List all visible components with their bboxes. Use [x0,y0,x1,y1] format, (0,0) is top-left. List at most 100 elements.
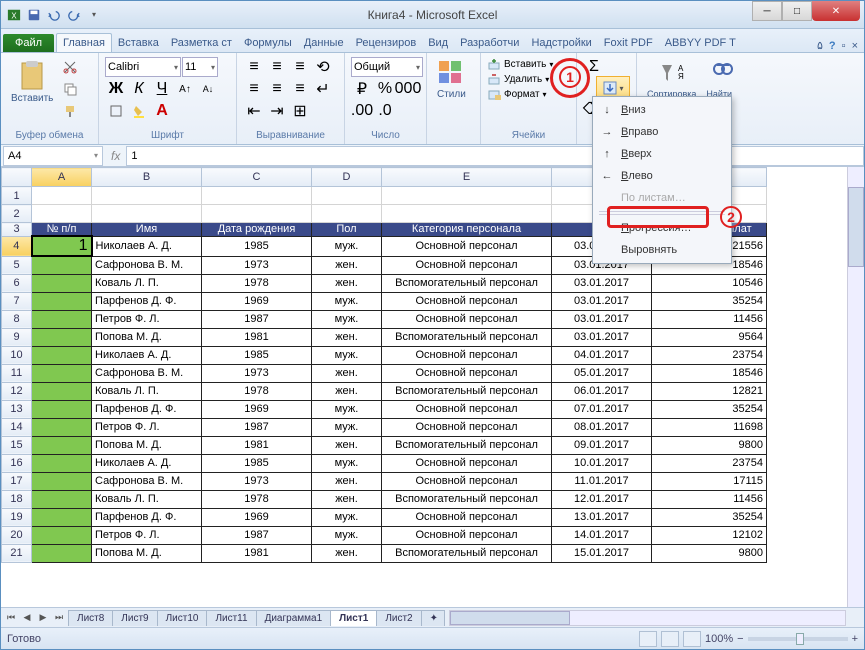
cell-number[interactable] [32,490,92,508]
orientation-icon[interactable]: ⟲ [312,57,334,77]
cell-pay[interactable]: 9800 [652,544,767,562]
row-header-7[interactable]: 7 [2,292,32,310]
fx-icon[interactable]: fx [105,149,126,163]
tab-foxit[interactable]: Foxit PDF [598,34,659,52]
cell-category[interactable]: Вспомогательный персонал [382,490,552,508]
row-header-9[interactable]: 9 [2,328,32,346]
cell-category[interactable]: Основной персонал [382,310,552,328]
cell-sex[interactable]: муж. [312,236,382,256]
grow-font-icon[interactable]: A↑ [174,79,196,99]
cell-name[interactable]: Николаев А. Д. [92,454,202,472]
copy-icon[interactable] [59,79,81,99]
cell-name[interactable]: Николаев А. Д. [92,346,202,364]
cell-sex[interactable]: жен. [312,436,382,454]
col-header-B[interactable]: B [92,168,202,187]
cell[interactable] [32,205,92,223]
font-color-icon[interactable]: A [151,101,173,121]
fill-menu-item[interactable]: Прогрессия… [595,217,729,239]
cell-date[interactable]: 03.01.2017 [552,274,652,292]
row-header-10[interactable]: 10 [2,346,32,364]
help-icon[interactable]: ? [829,40,836,52]
row-header-12[interactable]: 12 [2,382,32,400]
fill-menu-item[interactable]: ↑Вверх [595,143,729,165]
row-header-11[interactable]: 11 [2,364,32,382]
row-header-18[interactable]: 18 [2,490,32,508]
cell-year[interactable]: 1978 [202,382,312,400]
cell-year[interactable]: 1981 [202,436,312,454]
new-sheet-tab[interactable]: ✦ [421,610,445,626]
horizontal-scrollbar[interactable] [449,610,846,626]
cell-year[interactable]: 1973 [202,364,312,382]
row-header-4[interactable]: 4 [2,236,32,256]
sheet-nav-first-icon[interactable]: ⏮ [3,610,19,626]
comma-icon[interactable]: 000 [397,79,419,99]
row-header-6[interactable]: 6 [2,274,32,292]
cell-name[interactable]: Попова М. Д. [92,436,202,454]
cell-year[interactable]: 1987 [202,418,312,436]
cell-year[interactable]: 1985 [202,236,312,256]
bold-icon[interactable]: Ж [105,79,127,99]
table-header[interactable]: Имя [92,223,202,237]
cell-number[interactable] [32,400,92,418]
maximize-button[interactable]: □ [782,1,812,21]
sort-filter-button[interactable]: AЯ Сортировка [643,57,700,101]
cell-name[interactable]: Попова М. Д. [92,544,202,562]
cell-name[interactable]: Парфенов Д. Ф. [92,292,202,310]
cell-year[interactable]: 1973 [202,472,312,490]
cell[interactable] [92,187,202,205]
cell-category[interactable]: Основной персонал [382,418,552,436]
percent-icon[interactable]: % [374,79,396,99]
cell-name[interactable]: Сафронова В. М. [92,364,202,382]
cell[interactable] [382,187,552,205]
cell-number[interactable] [32,310,92,328]
cell[interactable] [382,205,552,223]
cell-number[interactable] [32,256,92,274]
cell-year[interactable]: 1981 [202,544,312,562]
border-icon[interactable] [105,101,127,121]
row-header-2[interactable]: 2 [2,205,32,223]
cell-number[interactable] [32,292,92,310]
col-header-A[interactable]: A [32,168,92,187]
zoom-in-icon[interactable]: + [852,633,858,645]
cell-year[interactable]: 1978 [202,274,312,292]
row-header-20[interactable]: 20 [2,526,32,544]
sheet-tab[interactable]: Лист1 [330,610,377,626]
cell[interactable] [202,187,312,205]
font-size-combo[interactable]: 11▾ [182,57,218,77]
align-bottom-icon[interactable]: ≡ [289,57,311,77]
cell-date[interactable]: 13.01.2017 [552,508,652,526]
tab-developer[interactable]: Разработчи [454,34,525,52]
tab-insert[interactable]: Вставка [112,34,165,52]
decrease-decimal-icon[interactable]: .0 [374,101,396,121]
cell-date[interactable]: 03.01.2017 [552,328,652,346]
active-cell[interactable]: 1 [32,236,92,256]
tab-data[interactable]: Данные [298,34,350,52]
cell-sex[interactable]: жен. [312,256,382,274]
view-break-icon[interactable] [683,631,701,647]
tab-abbyy[interactable]: ABBYY PDF T [659,34,742,52]
cell-pay[interactable]: 10546 [652,274,767,292]
paste-button[interactable]: Вставить [7,57,57,106]
cell-year[interactable]: 1985 [202,454,312,472]
cell-sex[interactable]: муж. [312,400,382,418]
cell-date[interactable]: 10.01.2017 [552,454,652,472]
cell-category[interactable]: Вспомогательный персонал [382,382,552,400]
qat-customize-icon[interactable]: ▾ [85,6,103,24]
row-header-3[interactable]: 3 [2,223,32,237]
cell-name[interactable]: Николаев А. Д. [92,236,202,256]
cell-date[interactable]: 12.01.2017 [552,490,652,508]
cell-pay[interactable]: 9564 [652,328,767,346]
row-header-1[interactable]: 1 [2,187,32,205]
table-header[interactable]: Категория персонала [382,223,552,237]
cell-number[interactable] [32,436,92,454]
font-name-combo[interactable]: Calibri▾ [105,57,181,77]
cell-name[interactable]: Сафронова В. М. [92,472,202,490]
underline-icon[interactable]: Ч [151,79,173,99]
fill-menu-item[interactable]: →Вправо [595,121,729,143]
cell-sex[interactable]: муж. [312,346,382,364]
sheet-tab[interactable]: Лист2 [376,610,421,626]
sheet-nav-prev-icon[interactable]: ◀ [19,610,35,626]
cell-category[interactable]: Основной персонал [382,526,552,544]
row-header-16[interactable]: 16 [2,454,32,472]
cut-icon[interactable] [59,57,81,77]
